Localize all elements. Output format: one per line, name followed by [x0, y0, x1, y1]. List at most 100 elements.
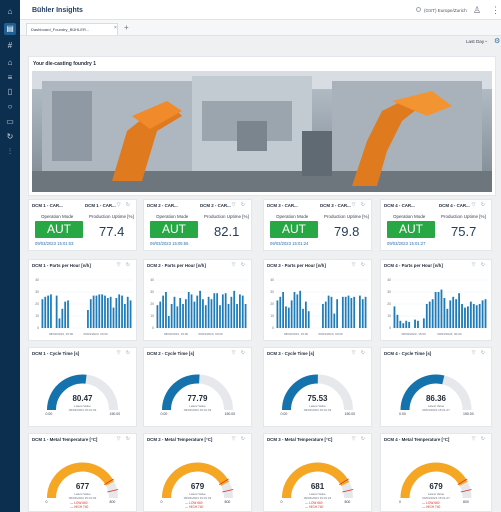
bar[interactable] — [109, 296, 112, 328]
bar[interactable] — [179, 298, 182, 328]
bar[interactable] — [224, 293, 227, 328]
tab-dashboard[interactable]: Dashboard_Foundry_BÜHLER... — [26, 23, 118, 35]
bar[interactable] — [219, 305, 221, 328]
bar[interactable] — [173, 296, 176, 328]
bar[interactable] — [156, 305, 159, 328]
bar[interactable] — [87, 310, 89, 328]
bar[interactable] — [170, 304, 173, 328]
bar[interactable] — [333, 313, 336, 328]
bar[interactable] — [196, 295, 199, 328]
bar[interactable] — [327, 295, 330, 328]
document-icon[interactable]: ▯ — [4, 86, 16, 98]
bar[interactable] — [101, 294, 104, 328]
bar[interactable] — [55, 295, 58, 328]
bar[interactable] — [290, 300, 293, 328]
bar[interactable] — [341, 296, 344, 328]
layers-icon[interactable]: ≡ — [4, 72, 16, 84]
bar[interactable] — [455, 299, 458, 328]
bar[interactable] — [67, 300, 69, 328]
bar[interactable] — [330, 296, 333, 328]
bar[interactable] — [41, 299, 44, 328]
bar[interactable] — [115, 298, 118, 328]
bar[interactable] — [121, 295, 123, 328]
bar[interactable] — [193, 301, 196, 328]
user-account-icon[interactable]: ♙ — [473, 5, 481, 16]
bar[interactable] — [204, 305, 207, 328]
bar[interactable] — [443, 298, 446, 328]
bar[interactable] — [187, 292, 190, 328]
bar[interactable] — [159, 301, 162, 328]
bar[interactable] — [190, 294, 193, 328]
chevron-down-icon[interactable]: ⌄ — [484, 38, 488, 44]
bar[interactable] — [202, 299, 204, 328]
time-range-select[interactable]: Last Day — [466, 39, 484, 44]
bar[interactable] — [437, 292, 440, 328]
bar[interactable] — [336, 299, 339, 328]
filter-icon[interactable]: ▽ ↻ — [352, 202, 367, 208]
bar[interactable] — [322, 304, 324, 328]
bar[interactable] — [207, 296, 210, 328]
bar[interactable] — [475, 305, 478, 328]
bar[interactable] — [405, 320, 408, 328]
bar[interactable] — [199, 290, 201, 328]
bar[interactable] — [296, 294, 299, 328]
bar[interactable] — [464, 307, 466, 328]
bar[interactable] — [276, 300, 279, 328]
bar[interactable] — [361, 299, 364, 328]
bar[interactable] — [221, 294, 224, 328]
bar[interactable] — [279, 296, 282, 328]
bar[interactable] — [452, 296, 455, 328]
more-menu-icon[interactable]: ⋮ — [491, 5, 500, 16]
bar[interactable] — [396, 314, 399, 328]
dashboard-icon[interactable]: ▤ — [4, 23, 16, 35]
bar[interactable] — [428, 301, 431, 328]
bar[interactable] — [353, 296, 356, 328]
bar[interactable] — [227, 304, 230, 328]
bar[interactable] — [399, 320, 402, 328]
bar[interactable] — [50, 294, 52, 328]
bar[interactable] — [302, 308, 304, 328]
bar[interactable] — [47, 295, 49, 328]
bar[interactable] — [165, 292, 167, 328]
bar[interactable] — [285, 306, 287, 328]
bar[interactable] — [350, 298, 353, 328]
bar[interactable] — [182, 304, 184, 328]
bar[interactable] — [95, 295, 98, 328]
bar[interactable] — [213, 293, 216, 328]
bar[interactable] — [287, 307, 290, 328]
bar[interactable] — [293, 292, 296, 328]
bar[interactable] — [324, 301, 327, 328]
bar[interactable] — [417, 320, 419, 328]
bar[interactable] — [241, 295, 244, 328]
bar[interactable] — [129, 300, 132, 328]
bar[interactable] — [106, 298, 109, 328]
bar[interactable] — [484, 299, 487, 328]
bar[interactable] — [282, 292, 284, 328]
factory-icon[interactable]: ⌂ — [4, 57, 16, 69]
bar[interactable] — [44, 296, 47, 328]
filter-icon[interactable]: ▽ ↻ — [472, 202, 487, 208]
bar[interactable] — [124, 304, 126, 328]
bar[interactable] — [347, 295, 350, 328]
bar[interactable] — [64, 301, 67, 328]
bar[interactable] — [344, 296, 347, 328]
bar[interactable] — [61, 308, 64, 328]
bar[interactable] — [466, 306, 469, 328]
bar[interactable] — [239, 294, 241, 328]
bar[interactable] — [402, 323, 405, 328]
bar[interactable] — [481, 300, 484, 328]
bar[interactable] — [233, 290, 236, 328]
bar[interactable] — [167, 316, 170, 328]
bar[interactable] — [425, 304, 428, 328]
bar[interactable] — [92, 295, 95, 328]
bar[interactable] — [449, 300, 452, 328]
filter-icon[interactable]: ▽ ↻ — [232, 202, 247, 208]
bar[interactable] — [126, 296, 129, 328]
bar[interactable] — [216, 293, 219, 328]
bar[interactable] — [236, 304, 238, 328]
bar[interactable] — [472, 304, 475, 328]
bar[interactable] — [422, 318, 425, 328]
bar[interactable] — [440, 289, 443, 328]
bar[interactable] — [414, 319, 416, 328]
bar[interactable] — [469, 301, 472, 328]
